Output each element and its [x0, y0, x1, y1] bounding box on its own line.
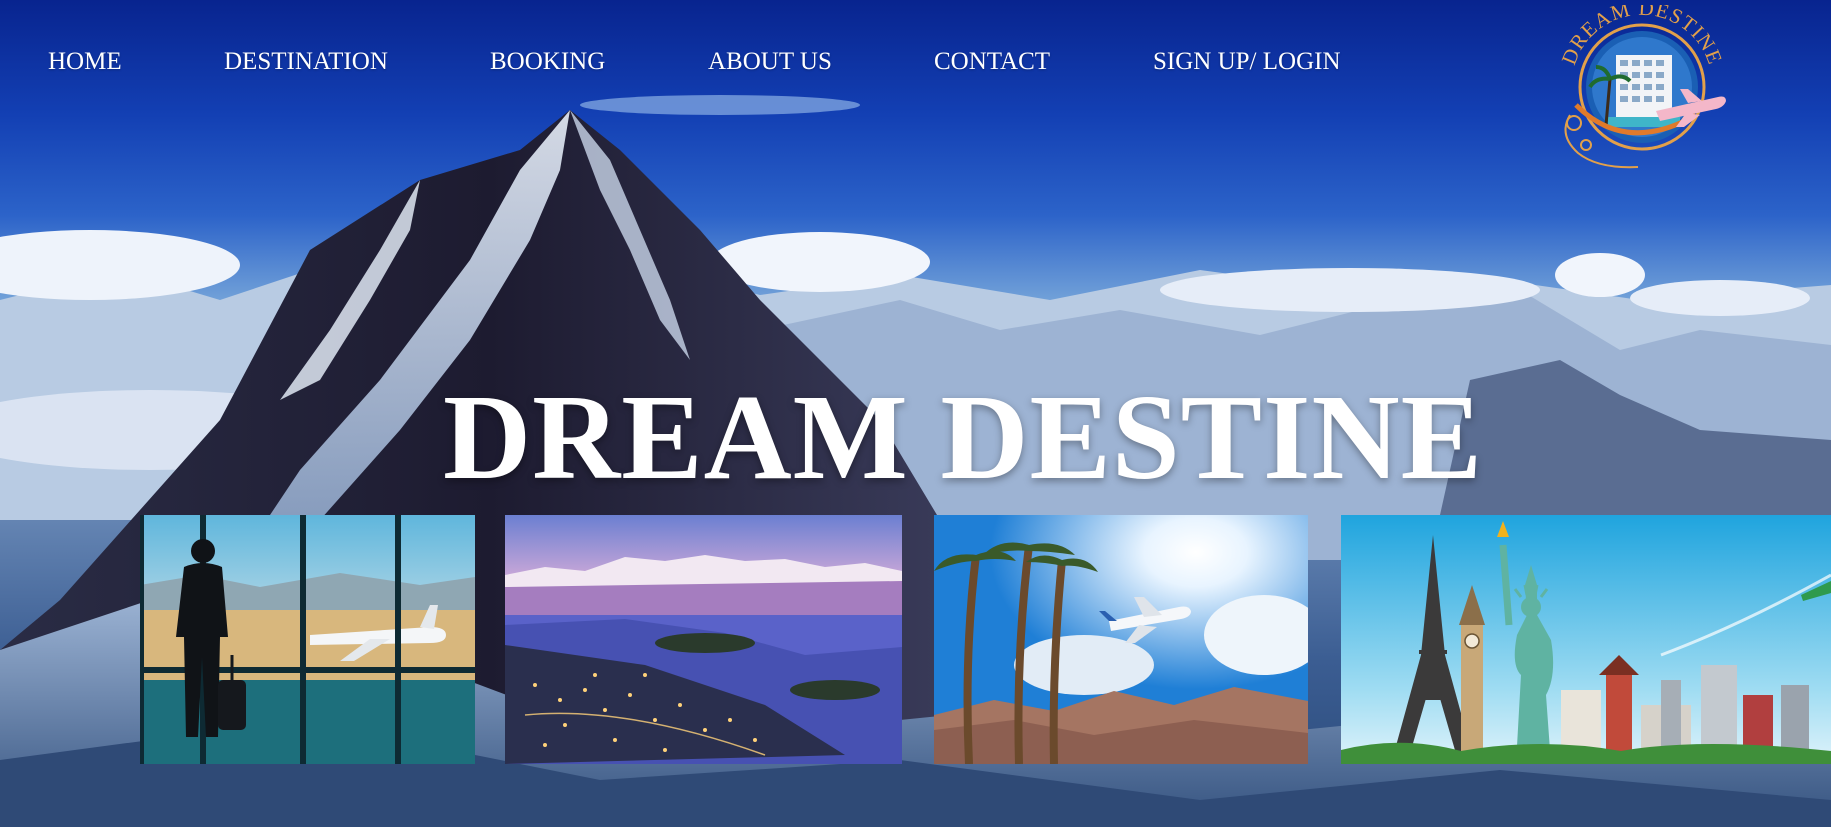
gallery-card-world-landmarks[interactable] [1341, 515, 1831, 764]
nav-item-contact[interactable]: CONTACT [934, 48, 1050, 76]
nav-item-sign-up-login[interactable]: SIGN UP/ LOGIN [1153, 48, 1341, 76]
gallery-card-airport[interactable] [140, 515, 475, 764]
gallery-card-tropical-flight[interactable] [934, 515, 1308, 764]
nav-item-about-us[interactable]: ABOUT US [708, 48, 832, 76]
world-landmarks-collage-image [1341, 515, 1831, 764]
nav-item-home[interactable]: HOME [48, 48, 122, 76]
brand-logo[interactable]: DREAM DESTINE [1548, 0, 1738, 177]
lakeside-town-at-dusk-image [505, 515, 902, 764]
nav-item-destination[interactable]: DESTINATION [224, 48, 388, 76]
nav-item-booking[interactable]: BOOKING [490, 48, 605, 76]
traveler-at-airport-window-image [140, 515, 475, 764]
hero-title: DREAM DESTINE [443, 370, 1483, 505]
hotel-airplane-emblem-icon: DREAM DESTINE [1557, 0, 1726, 169]
gallery-card-lake-town[interactable] [505, 515, 902, 764]
palm-trees-airplane-sun-image [934, 515, 1308, 764]
